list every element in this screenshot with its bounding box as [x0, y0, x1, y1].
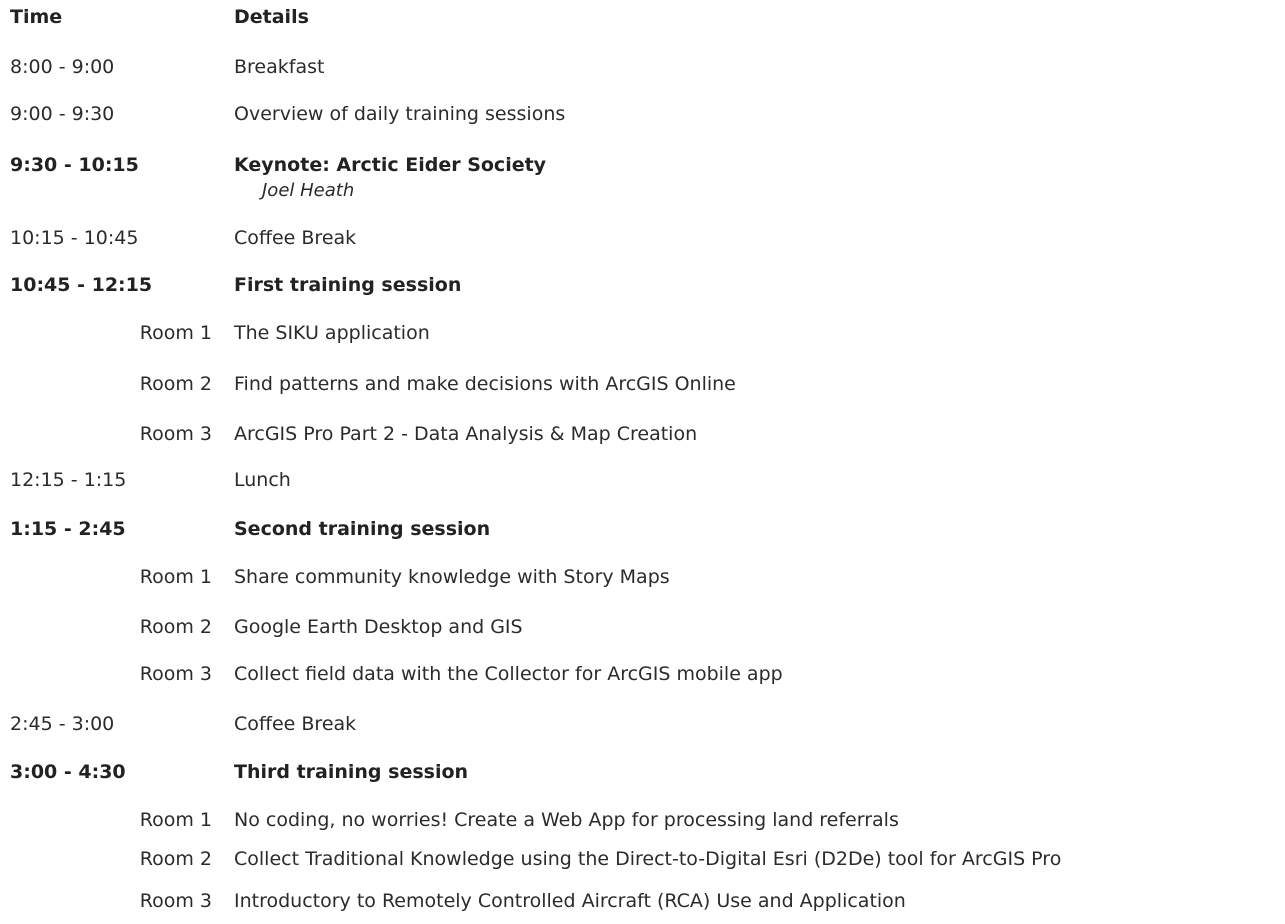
row-detail: Second training session — [234, 518, 491, 540]
row-detail: Google Earth Desktop and GIS — [234, 616, 523, 638]
row-time: 8:00 - 9:00 — [10, 56, 115, 78]
row-time: 1:15 - 2:45 — [10, 518, 126, 540]
room-label: Room 2 — [139, 373, 212, 395]
room-row: Room 2 Find patterns and make decisions … — [0, 373, 1285, 413]
column-header-details: Details — [234, 6, 309, 28]
row-detail: Share community knowledge with Story Map… — [234, 566, 670, 588]
keynote-speaker: Joel Heath — [262, 180, 355, 201]
room-label: Room 3 — [139, 423, 212, 445]
schedule-row: 12:15 - 1:15 Lunch — [0, 469, 1285, 509]
row-time: 12:15 - 1:15 — [10, 469, 127, 491]
session-row: 1:15 - 2:45 Second training session — [0, 518, 1285, 558]
row-detail: Collect Traditional Knowledge using the … — [234, 848, 1062, 870]
schedule-table: Time Details 8:00 - 9:00 Breakfast 9:00 … — [0, 0, 1285, 924]
row-detail: Keynote: Arctic Eider Society — [234, 154, 547, 176]
room-row: Room 3 Introductory to Remotely Controll… — [0, 890, 1285, 924]
schedule-row: 9:00 - 9:30 Overview of daily training s… — [0, 103, 1285, 143]
row-time: 3:00 - 4:30 — [10, 761, 126, 783]
keynote-row: 9:30 - 10:15 Keynote: Arctic Eider Socie… — [0, 154, 1285, 210]
row-time: 10:45 - 12:15 — [10, 274, 153, 296]
row-detail: Collect field data with the Collector fo… — [234, 663, 783, 685]
row-detail: Lunch — [234, 469, 291, 491]
room-label: Room 3 — [139, 663, 212, 685]
room-label: Room 2 — [139, 848, 212, 870]
row-detail: Coffee Break — [234, 713, 357, 735]
room-row: Room 1 The SIKU application — [0, 322, 1285, 362]
row-detail: Coffee Break — [234, 227, 357, 249]
session-row: 10:45 - 12:15 First training session — [0, 274, 1285, 314]
row-time: 2:45 - 3:00 — [10, 713, 115, 735]
room-row: Room 2 Collect Traditional Knowledge usi… — [0, 848, 1285, 888]
room-row: Room 3 Collect field data with the Colle… — [0, 663, 1285, 703]
column-header-time: Time — [10, 6, 63, 28]
row-time: 10:15 - 10:45 — [10, 227, 139, 249]
row-detail: Find patterns and make decisions with Ar… — [234, 373, 736, 395]
schedule-row: 10:15 - 10:45 Coffee Break — [0, 227, 1285, 267]
room-row: Room 2 Google Earth Desktop and GIS — [0, 616, 1285, 656]
room-label: Room 1 — [139, 809, 212, 831]
row-detail: Third training session — [234, 761, 469, 783]
row-detail: Introductory to Remotely Controlled Airc… — [234, 890, 906, 912]
schedule-row: 2:45 - 3:00 Coffee Break — [0, 713, 1285, 753]
schedule-row: 8:00 - 9:00 Breakfast — [0, 56, 1285, 96]
room-label: Room 3 — [139, 890, 212, 912]
room-label: Room 1 — [139, 322, 212, 344]
row-detail: Breakfast — [234, 56, 325, 78]
room-row: Room 3 ArcGIS Pro Part 2 - Data Analysis… — [0, 423, 1285, 463]
row-detail: The SIKU application — [234, 322, 430, 344]
row-detail: Overview of daily training sessions — [234, 103, 566, 125]
row-time: 9:00 - 9:30 — [10, 103, 115, 125]
room-label: Room 2 — [139, 616, 212, 638]
session-row: 3:00 - 4:30 Third training session — [0, 761, 1285, 801]
room-label: Room 1 — [139, 566, 212, 588]
row-time: 9:30 - 10:15 — [10, 154, 139, 176]
room-row: Room 1 Share community knowledge with St… — [0, 566, 1285, 606]
row-detail: First training session — [234, 274, 462, 296]
room-row: Room 1 No coding, no worries! Create a W… — [0, 809, 1285, 849]
row-detail: ArcGIS Pro Part 2 - Data Analysis & Map … — [234, 423, 698, 445]
row-detail: No coding, no worries! Create a Web App … — [234, 809, 899, 831]
